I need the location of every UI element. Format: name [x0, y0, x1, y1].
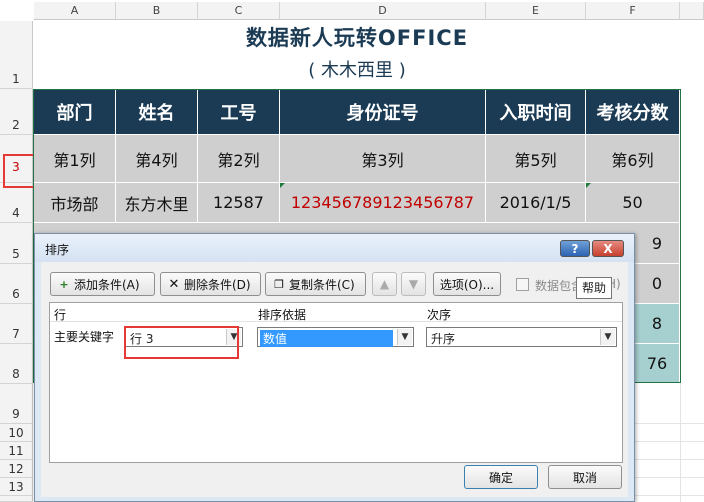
sheet-subtitle: ( 木木西里 )	[308, 60, 406, 81]
help-tooltip: 帮助	[576, 277, 612, 299]
row-header-5[interactable]: 5	[0, 223, 33, 264]
copy-level-button[interactable]: ❐ 复制条件(C)	[265, 272, 366, 296]
row-header-6[interactable]: 6	[0, 264, 33, 304]
close-button[interactable]: X	[592, 240, 624, 257]
sort-dialog[interactable]: 排序 ? X 帮助 + 添加条件(A) ✕ 删除条件(D) ❐ 复制条件(C) …	[34, 233, 635, 502]
delete-level-label: 删除条件(D)	[184, 277, 251, 292]
column-header-a[interactable]: A	[34, 2, 116, 20]
chevron-down-icon[interactable]: ▼	[397, 329, 412, 345]
move-down-button[interactable]: ▼	[401, 272, 426, 296]
row-number: 4	[12, 206, 20, 220]
chevron-down-icon[interactable]: ▼	[600, 329, 615, 345]
row-number: 11	[8, 444, 24, 458]
column-header-d[interactable]: D	[280, 2, 486, 20]
sort-on-value: 数值	[260, 330, 393, 347]
primary-key-label: 主要关键字	[54, 330, 115, 344]
row-header-12[interactable]: 12	[0, 460, 33, 478]
sort-key-highlight-box	[124, 326, 239, 359]
dialog-title: 排序	[45, 243, 70, 257]
ok-button[interactable]: 确定	[464, 465, 538, 489]
row-header-8[interactable]: 8	[0, 344, 33, 384]
column-header-c[interactable]: C	[198, 2, 280, 20]
options-button[interactable]: 选项(O)...	[433, 272, 501, 296]
order-select[interactable]: 升序 ▼	[426, 327, 617, 347]
help-button[interactable]: ?	[560, 240, 590, 257]
dialog-body: + 添加条件(A) ✕ 删除条件(D) ❐ 复制条件(C) ▲ ▼ 选项(O).…	[41, 262, 628, 497]
move-up-icon: ▲	[379, 277, 390, 291]
row-header-10[interactable]: 10	[0, 424, 33, 442]
column-header-e[interactable]: E	[486, 2, 586, 20]
row-number: 8	[12, 367, 20, 381]
copy-level-label: 复制条件(C)	[289, 277, 355, 292]
order-value: 升序	[431, 332, 456, 346]
row-number: 12	[8, 462, 24, 476]
row-number: 7	[12, 327, 20, 341]
row-header-11[interactable]: 11	[0, 442, 33, 460]
row-header-13[interactable]: 13	[0, 478, 33, 496]
dialog-titlebar[interactable]: 排序 ? X	[35, 234, 634, 262]
move-up-button[interactable]: ▲	[372, 272, 397, 296]
column-header-g[interactable]	[680, 2, 704, 20]
row-number: 5	[12, 247, 20, 261]
column-header-f[interactable]: F	[586, 2, 680, 20]
row-header-14[interactable]	[0, 496, 33, 502]
row-header-2[interactable]: 2	[0, 89, 33, 135]
sort-on-select[interactable]: 数值 ▼	[257, 327, 414, 347]
copy-level-icon: ❐	[274, 277, 284, 291]
move-down-icon: ▼	[408, 277, 419, 291]
row-3-highlight-box	[3, 154, 35, 188]
delete-level-icon: ✕	[168, 276, 180, 292]
row-number: 6	[12, 287, 20, 301]
row-number: 9	[12, 407, 20, 421]
cancel-label: 取消	[572, 470, 597, 485]
row-number: 1	[12, 72, 20, 86]
row-header-9[interactable]: 9	[0, 384, 33, 424]
options-label: 选项(O)...	[439, 277, 495, 292]
row-number: 10	[8, 426, 24, 440]
row-header-4[interactable]: 4	[0, 183, 33, 223]
row-number: 13	[8, 480, 24, 494]
add-level-button[interactable]: + 添加条件(A)	[50, 272, 155, 296]
has-headers-checkbox[interactable]	[516, 278, 529, 291]
ok-label: 确定	[488, 470, 513, 485]
row-number: 2	[12, 118, 20, 132]
add-level-icon: +	[59, 277, 69, 291]
add-level-label: 添加条件(A)	[74, 277, 140, 292]
cancel-button[interactable]: 取消	[548, 465, 622, 489]
row-header-1[interactable]: 1	[0, 21, 33, 89]
delete-level-button[interactable]: ✕ 删除条件(D)	[160, 272, 261, 296]
column-header-b[interactable]: B	[116, 2, 198, 20]
row-header-7[interactable]: 7	[0, 304, 33, 344]
sheet-title: 数据新人玩转OFFICE	[245, 26, 469, 50]
